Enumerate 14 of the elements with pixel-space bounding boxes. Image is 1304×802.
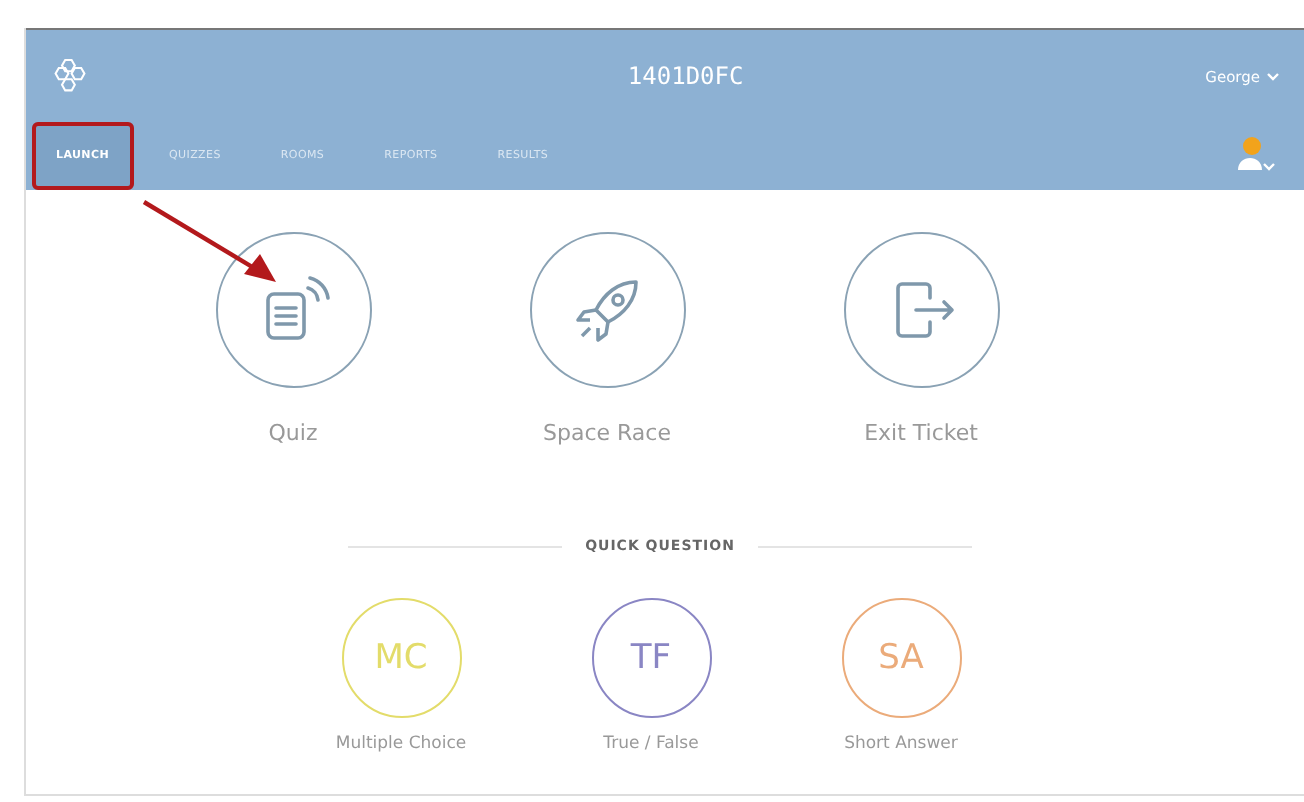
avatar-icon[interactable] [1232, 136, 1276, 176]
option-label: Exit Ticket [864, 420, 978, 446]
question-type-button[interactable]: SA [841, 598, 961, 718]
option-label: Quiz [268, 420, 318, 446]
question-type-button[interactable]: MC [341, 598, 461, 718]
annotation-arrow [140, 198, 280, 286]
option-label: Space Race [543, 420, 671, 446]
room-code: 1401D0FC [625, 62, 746, 90]
caret-icon [1266, 71, 1280, 81]
question-type-button[interactable]: TF [591, 598, 711, 718]
option-label: Short Answer [844, 734, 958, 754]
option-label: Multiple Choice [335, 734, 467, 754]
logo-icon[interactable] [54, 58, 86, 94]
option-label: True / False [603, 734, 699, 754]
